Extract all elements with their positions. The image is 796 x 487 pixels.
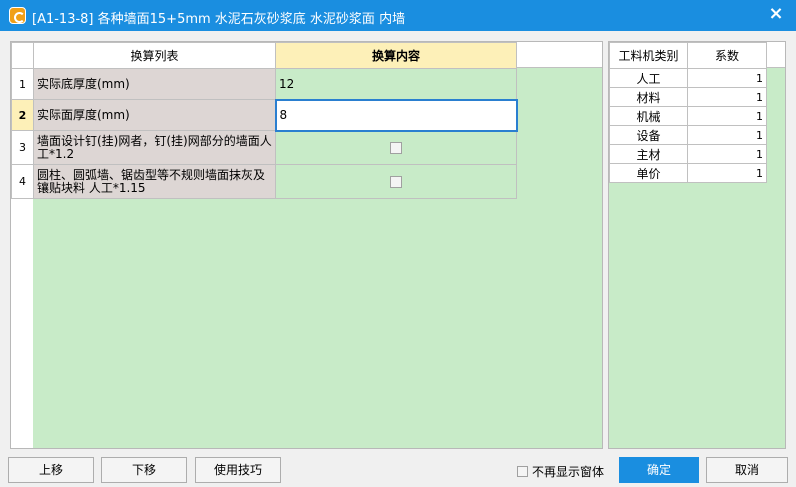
- surface-thickness-input[interactable]: 8: [274, 98, 518, 132]
- category-unit-price: 单价: [609, 163, 688, 183]
- mesh-labor-cell: [275, 130, 517, 165]
- bottom-thickness-input[interactable]: 12: [275, 68, 517, 100]
- no-show-checkbox[interactable]: [517, 466, 528, 477]
- conversion-item-name[interactable]: 实际面厚度(mm): [33, 99, 276, 131]
- window-title: [A1-13-8] 各种墙面15+5mm 水泥石灰砂浆底 水泥砂浆面 内墙: [32, 12, 406, 27]
- move-down-button[interactable]: 下移: [101, 457, 187, 483]
- category-equipment: 设备: [609, 125, 688, 145]
- header-filler: [516, 42, 602, 68]
- irregular-wall-cell: [275, 164, 517, 199]
- category-material: 材料: [609, 87, 688, 107]
- coefficient-panel: 工料机类别 系数 人工 1 材料 1 机械 1 设备 1 主材 1 单价 1: [608, 41, 786, 449]
- column-header-list[interactable]: 换算列表: [33, 42, 276, 69]
- tips-button[interactable]: 使用技巧: [195, 457, 281, 483]
- category-machinery: 机械: [609, 106, 688, 126]
- header-filler: [766, 42, 785, 68]
- conversion-item-name[interactable]: 墙面设计钉(挂)网者，钉(挂)网部分的墙面人工*1.2: [33, 130, 276, 165]
- coefficient-value[interactable]: 1: [687, 125, 767, 145]
- app-logo-icon: [9, 7, 26, 24]
- close-icon[interactable]: ×: [766, 4, 786, 24]
- coefficient-value[interactable]: 1: [687, 87, 767, 107]
- column-header-category[interactable]: 工料机类别: [609, 42, 688, 69]
- conversion-item-name[interactable]: 实际底厚度(mm): [33, 68, 276, 100]
- no-show-label: 不再显示窗体: [532, 465, 605, 479]
- coefficient-value[interactable]: 1: [687, 163, 767, 183]
- row-number[interactable]: 3: [11, 130, 34, 165]
- category-labor: 人工: [609, 68, 688, 88]
- column-header-coefficient[interactable]: 系数: [687, 42, 767, 69]
- coefficient-value[interactable]: 1: [687, 106, 767, 126]
- coefficient-table: 工料机类别 系数 人工 1 材料 1 机械 1 设备 1 主材 1 单价 1: [609, 42, 767, 183]
- conversion-table: 换算列表 换算内容 1 实际底厚度(mm) 12 2 实际面厚度(mm) 8 3…: [11, 42, 518, 199]
- conversion-panel: 换算列表 换算内容 1 实际底厚度(mm) 12 2 实际面厚度(mm) 8 3…: [10, 41, 603, 449]
- column-header-content[interactable]: 换算内容: [275, 42, 517, 69]
- row-number-current[interactable]: 2: [11, 99, 34, 131]
- coefficient-value[interactable]: 1: [687, 68, 767, 88]
- row-number[interactable]: 1: [11, 68, 34, 100]
- irregular-wall-checkbox[interactable]: [390, 176, 402, 188]
- category-main-material: 主材: [609, 144, 688, 164]
- conversion-item-name[interactable]: 圆柱、圆弧墙、锯齿型等不规则墙面抹灰及镶贴块料 人工*1.15: [33, 164, 276, 199]
- title-bar: [A1-13-8] 各种墙面15+5mm 水泥石灰砂浆底 水泥砂浆面 内墙 ×: [0, 0, 796, 31]
- coefficient-value[interactable]: 1: [687, 144, 767, 164]
- no-show-option[interactable]: 不再显示窗体: [517, 463, 604, 480]
- cancel-button[interactable]: 取消: [706, 457, 788, 483]
- mesh-labor-checkbox[interactable]: [390, 142, 402, 155]
- corner-cell: [11, 42, 34, 69]
- move-up-button[interactable]: 上移: [8, 457, 94, 483]
- ok-button[interactable]: 确定: [619, 457, 699, 483]
- row-number[interactable]: 4: [11, 164, 34, 199]
